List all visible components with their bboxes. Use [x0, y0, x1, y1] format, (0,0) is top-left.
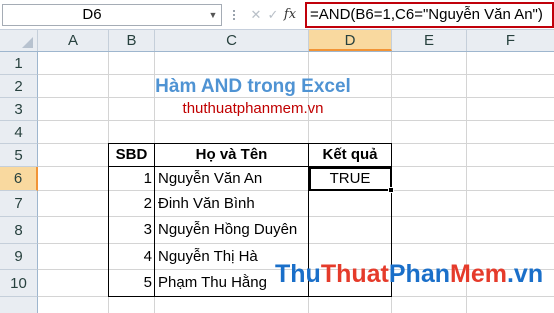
watermark-part: Phan: [388, 260, 450, 288]
column-header-e[interactable]: E: [392, 30, 467, 51]
active-cell-outline[interactable]: [309, 167, 392, 191]
cell-result[interactable]: [309, 217, 391, 243]
header-sbd[interactable]: SBD: [109, 144, 154, 166]
column-header-a[interactable]: A: [38, 30, 109, 51]
row-header-10[interactable]: 10: [0, 270, 38, 297]
cell-sbd[interactable]: 5: [109, 270, 152, 296]
watermark-part: .vn: [506, 260, 544, 288]
chevron-down-icon[interactable]: ▼: [206, 4, 220, 26]
insert-function-icon[interactable]: fx: [280, 5, 300, 25]
sheet-title[interactable]: Hàm AND trong Excel: [39, 75, 467, 99]
row-header-11[interactable]: [0, 297, 38, 313]
watermark-logo: ThuThuatPhanMem.vn: [275, 257, 554, 291]
column-header-b[interactable]: B: [109, 30, 155, 51]
sheet-subtitle-link[interactable]: thuthuatphanmem.vn: [39, 98, 467, 120]
row-header-3[interactable]: 3: [0, 98, 38, 121]
row-header-4[interactable]: 4: [0, 121, 38, 144]
cell-name[interactable]: Đinh Văn Bình: [158, 191, 308, 216]
formula-input[interactable]: =AND(B6=1,C6="Nguyễn Văn An"): [305, 2, 554, 28]
column-header-d[interactable]: D: [309, 30, 392, 51]
select-all-triangle-icon: [22, 37, 33, 48]
header-name[interactable]: Họ và Tên: [155, 144, 308, 166]
cell-sbd[interactable]: 4: [109, 244, 152, 269]
row-header-5[interactable]: 5: [0, 144, 38, 167]
cell-name[interactable]: Nguyễn Hồng Duyên: [158, 217, 308, 243]
watermark-part: Thu: [275, 260, 321, 288]
fx-label: fx: [283, 7, 297, 22]
row-header-8[interactable]: 8: [0, 217, 38, 244]
column-header-c[interactable]: C: [155, 30, 309, 51]
column-header-bar: A B C D E F: [0, 30, 554, 52]
row-header-2[interactable]: 2: [0, 75, 38, 98]
header-result[interactable]: Kết quả: [309, 144, 391, 166]
cell-sbd[interactable]: 2: [109, 191, 152, 216]
watermark-part: Thuat: [320, 260, 389, 288]
name-box[interactable]: D6: [2, 4, 222, 26]
row-header-1[interactable]: 1: [0, 52, 38, 75]
cell-name[interactable]: Nguyễn Văn An: [158, 167, 308, 190]
fill-handle[interactable]: [388, 187, 394, 193]
row-header-7[interactable]: 7: [0, 191, 38, 217]
row-header-6[interactable]: 6: [0, 167, 38, 191]
row-header-9[interactable]: 9: [0, 244, 38, 270]
cell-sbd[interactable]: 3: [109, 217, 152, 243]
formula-bar: D6 ▼ ✕ ✓ fx =AND(B6=1,C6="Nguyễn Văn An"…: [0, 0, 554, 30]
gridline: [38, 120, 554, 121]
watermark-part: Mem: [450, 260, 507, 288]
enter-check-icon[interactable]: ✓: [265, 6, 281, 24]
resize-grip-icon[interactable]: [232, 8, 236, 22]
column-header-f[interactable]: F: [467, 30, 554, 51]
cancel-icon[interactable]: ✕: [248, 6, 264, 24]
cell-result[interactable]: [309, 191, 391, 216]
cell-sbd[interactable]: 1: [109, 167, 152, 190]
